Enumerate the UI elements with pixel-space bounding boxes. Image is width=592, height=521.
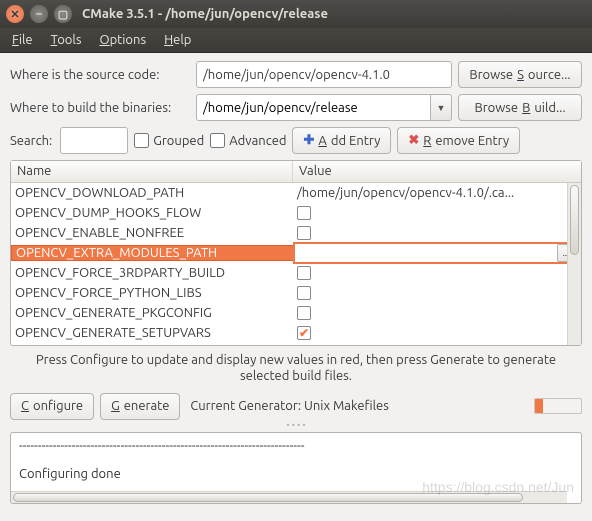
cell-value[interactable] — [293, 286, 581, 300]
generate-button[interactable]: Generate — [100, 393, 180, 420]
hint-text: Press Configure to update and display ne… — [10, 346, 582, 393]
build-path-label: Where to build the binaries: — [10, 101, 190, 115]
cell-value[interactable]: ... — [293, 242, 581, 264]
table-row[interactable]: OPENCV_FORCE_3RDPARTY_BUILD — [11, 263, 581, 283]
cache-table: Name Value OPENCV_DOWNLOAD_PATH/home/jun… — [10, 160, 582, 346]
value-checkbox[interactable] — [297, 286, 311, 300]
output-panel[interactable]: ----------------------------------------… — [10, 432, 582, 504]
configure-button[interactable]: Configure — [10, 393, 94, 420]
value-checkbox[interactable]: ✔ — [297, 326, 311, 340]
current-generator-label: Current Generator: Unix Makefiles — [190, 399, 528, 413]
cell-value[interactable]: ✔ — [293, 326, 581, 340]
output-horizontal-scrollbar[interactable] — [11, 491, 567, 503]
menu-help[interactable]: Help — [164, 33, 191, 47]
value-checkbox[interactable] — [297, 266, 311, 280]
progress-bar — [534, 398, 582, 414]
menu-file[interactable]: File — [12, 33, 33, 47]
menu-tools[interactable]: Tools — [51, 33, 82, 47]
plus-icon: ✚ — [303, 133, 314, 148]
cell-name[interactable]: OPENCV_DOWNLOAD_PATH — [11, 186, 293, 200]
cell-value[interactable] — [293, 306, 581, 320]
build-path-dropdown-button[interactable]: ▼ — [430, 94, 452, 121]
build-path-input[interactable] — [196, 94, 430, 121]
menu-options[interactable]: Options — [99, 33, 146, 47]
cell-name[interactable]: OPENCV_ENABLE_NONFREE — [11, 226, 293, 240]
splitter-grip[interactable]: • • • • — [10, 422, 582, 428]
add-entry-button[interactable]: ✚Add Entry — [292, 127, 391, 154]
value-path-input[interactable] — [299, 244, 557, 262]
cell-value[interactable] — [293, 266, 581, 280]
table-scrollbar[interactable] — [567, 183, 581, 345]
scrollbar-thumb[interactable] — [570, 185, 579, 255]
cell-name[interactable]: OPENCV_DUMP_HOOKS_FLOW — [11, 206, 293, 220]
window-close-button[interactable]: ✕ — [6, 5, 24, 23]
table-row[interactable]: OPENCV_DUMP_HOOKS_FLOW — [11, 203, 581, 223]
table-row[interactable]: OPENCV_GENERATE_SETUPVARS ✔ — [11, 323, 581, 343]
window-title: CMake 3.5.1 - /home/jun/opencv/release — [82, 7, 328, 21]
source-path-input[interactable] — [196, 61, 452, 88]
cell-value[interactable]: /home/jun/opencv/opencv-4.1.0/.ca... — [293, 186, 581, 200]
table-row[interactable]: OPENCV_ENABLE_NONFREE — [11, 223, 581, 243]
value-checkbox[interactable] — [297, 306, 311, 320]
source-path-label: Where is the source code: — [10, 68, 190, 82]
window-titlebar: ✕ – ▢ CMake 3.5.1 - /home/jun/opencv/rel… — [0, 0, 592, 28]
cell-value[interactable] — [293, 226, 581, 240]
grouped-checkbox[interactable]: Grouped — [134, 133, 204, 148]
cell-name[interactable]: OPENCV_GENERATE_PKGCONFIG — [11, 306, 293, 320]
remove-entry-button[interactable]: ✖Remove Entry — [397, 127, 520, 154]
table-row[interactable]: OPENCV_FORCE_PYTHON_LIBS — [11, 283, 581, 303]
search-input[interactable] — [60, 127, 128, 154]
cell-value[interactable] — [293, 206, 581, 220]
cell-name[interactable]: OPENCV_GENERATE_SETUPVARS — [11, 326, 293, 340]
table-row[interactable]: OPENCV_DOWNLOAD_PATH/home/jun/opencv/ope… — [11, 183, 581, 203]
menu-bar: File Tools Options Help — [0, 28, 592, 53]
advanced-checkbox[interactable]: Advanced — [210, 133, 286, 148]
value-checkbox[interactable] — [297, 206, 311, 220]
cell-name[interactable]: OPENCV_FORCE_PYTHON_LIBS — [11, 286, 293, 300]
search-label: Search: — [10, 134, 52, 148]
browse-source-button[interactable]: Browse Source... — [458, 61, 582, 88]
table-row[interactable]: OPENCV_EXTRA_MODULES_PATH... — [11, 243, 581, 263]
window-maximize-button[interactable]: ▢ — [54, 5, 72, 23]
browse-build-button[interactable]: Browse Build... — [458, 94, 582, 121]
column-header-value[interactable]: Value — [293, 161, 581, 182]
table-row[interactable]: OPENCV_GENERATE_PKGCONFIG — [11, 303, 581, 323]
output-scrollbar-thumb[interactable] — [13, 493, 523, 502]
column-header-name[interactable]: Name — [11, 161, 293, 182]
window-minimize-button[interactable]: – — [30, 5, 48, 23]
cell-name[interactable]: OPENCV_FORCE_3RDPARTY_BUILD — [11, 266, 293, 280]
cell-name[interactable]: OPENCV_EXTRA_MODULES_PATH — [11, 245, 293, 261]
remove-icon: ✖ — [408, 133, 419, 148]
value-checkbox[interactable] — [297, 226, 311, 240]
